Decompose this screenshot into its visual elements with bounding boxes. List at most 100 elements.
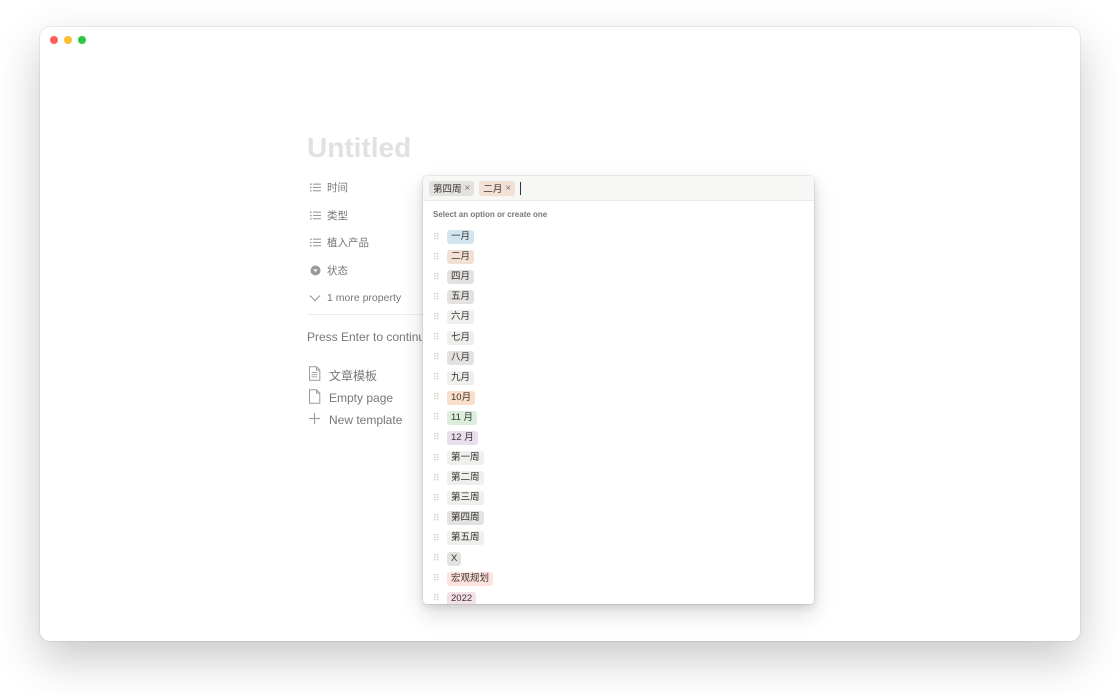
property-type[interactable]: 类型 xyxy=(309,206,348,224)
drag-handle-icon[interactable]: ⠿ xyxy=(433,232,440,242)
drag-handle-icon[interactable]: ⠿ xyxy=(433,493,440,503)
option-item[interactable]: ⠿ 五月 xyxy=(423,287,814,307)
chip-label: 二月 xyxy=(483,184,503,195)
drag-handle-icon[interactable]: ⠿ xyxy=(433,353,440,362)
drag-handle-icon[interactable]: ⠿ xyxy=(433,453,440,463)
option-tag: 五月 xyxy=(447,290,475,305)
option-item[interactable]: ⠿ 八月 xyxy=(423,348,814,368)
property-label: 状态 xyxy=(327,264,348,277)
empty-page-icon xyxy=(308,389,321,407)
option-item[interactable]: ⠿ 12 月 xyxy=(423,428,814,448)
list-icon xyxy=(309,181,321,193)
property-label: 时间 xyxy=(327,181,348,194)
new-template-button[interactable]: New template xyxy=(308,412,402,428)
close-window-button[interactable] xyxy=(50,36,58,44)
plus-icon xyxy=(308,412,321,428)
drag-handle-icon[interactable]: ⠿ xyxy=(433,272,440,282)
option-item[interactable]: ⠿ 10月 xyxy=(423,388,814,408)
option-item[interactable]: ⠿ 第四周 xyxy=(423,508,814,528)
remove-chip-icon[interactable]: × xyxy=(465,183,471,194)
option-tag: 2022 xyxy=(447,591,477,604)
option-item[interactable]: ⠿ 九月 xyxy=(423,368,814,388)
drag-handle-icon[interactable]: ⠿ xyxy=(433,433,440,442)
divider xyxy=(307,314,427,315)
drag-handle-icon[interactable]: ⠿ xyxy=(433,594,440,603)
option-item[interactable]: ⠿ X xyxy=(423,549,814,569)
template-label: Empty page xyxy=(329,391,394,405)
option-tag: 一月 xyxy=(447,230,475,245)
option-tag: X xyxy=(447,551,462,566)
option-tag: 12 月 xyxy=(447,430,478,445)
property-label: 植入产品 xyxy=(327,236,369,249)
property-time[interactable]: 时间 xyxy=(309,178,348,196)
drag-handle-icon[interactable]: ⠿ xyxy=(433,473,440,483)
page-title[interactable]: Untitled xyxy=(307,132,411,164)
text-cursor xyxy=(520,181,522,195)
option-item[interactable]: ⠿ 11 月 xyxy=(423,408,814,428)
drag-handle-icon[interactable]: ⠿ xyxy=(433,554,440,563)
option-tag: 第四周 xyxy=(447,511,484,526)
template-article[interactable]: 文章模板 xyxy=(308,366,377,384)
template-label: New template xyxy=(329,413,403,427)
drag-handle-icon[interactable]: ⠿ xyxy=(433,292,440,302)
option-tag: 宏观规划 xyxy=(447,571,494,586)
chip-label: 第四周 xyxy=(433,184,462,195)
zoom-window-button[interactable] xyxy=(78,36,86,44)
option-tag: 二月 xyxy=(447,250,475,265)
list-icon xyxy=(309,209,321,221)
option-tag: 七月 xyxy=(447,330,475,345)
option-item[interactable]: ⠿ 第二周 xyxy=(423,468,814,488)
option-tag: 10月 xyxy=(447,390,476,405)
property-label: 类型 xyxy=(327,209,348,222)
option-item[interactable]: ⠿ 第五周 xyxy=(423,528,814,548)
press-enter-hint: Press Enter to continue xyxy=(307,330,422,344)
property-status[interactable]: 状态 xyxy=(309,261,348,279)
chevron-down-icon xyxy=(309,292,321,304)
option-tag: 第三周 xyxy=(447,491,484,506)
option-item[interactable]: ⠿ 2022 xyxy=(423,589,814,604)
remove-chip-icon[interactable]: × xyxy=(505,183,511,194)
selected-chip: 二月 × xyxy=(479,180,516,196)
selected-chip: 第四周 × xyxy=(429,180,475,196)
option-item[interactable]: ⠿ 一月 xyxy=(423,227,814,247)
option-item[interactable]: ⠿ 六月 xyxy=(423,307,814,327)
option-item[interactable]: ⠿ 第三周 xyxy=(423,488,814,508)
select-search-bar[interactable]: 第四周 × 二月 × xyxy=(423,176,814,201)
drag-handle-icon[interactable]: ⠿ xyxy=(433,373,440,382)
drag-handle-icon[interactable]: ⠿ xyxy=(433,574,440,583)
option-tag: 四月 xyxy=(447,270,475,285)
option-item[interactable]: ⠿ 宏观规划 xyxy=(423,569,814,589)
template-label: 文章模板 xyxy=(329,368,378,383)
app-window: Untitled 时间 类型 植入产品 状态 1 more property P… xyxy=(40,27,1080,641)
option-tag: 六月 xyxy=(447,310,475,325)
drag-handle-icon[interactable]: ⠿ xyxy=(433,252,440,262)
drag-handle-icon[interactable]: ⠿ xyxy=(433,533,440,543)
more-properties-toggle[interactable]: 1 more property xyxy=(309,289,401,307)
option-tag: 九月 xyxy=(447,370,475,385)
window-controls xyxy=(50,36,86,44)
option-tag: 八月 xyxy=(447,350,475,365)
select-hint: Select an option or create one xyxy=(433,210,548,219)
drag-handle-icon[interactable]: ⠿ xyxy=(433,333,440,342)
drag-handle-icon[interactable]: ⠿ xyxy=(433,393,440,402)
document-icon xyxy=(308,366,321,384)
list-icon xyxy=(309,236,321,248)
option-item[interactable]: ⠿ 第一周 xyxy=(423,448,814,468)
option-tag: 第五周 xyxy=(447,531,484,546)
minimize-window-button[interactable] xyxy=(64,36,72,44)
drag-handle-icon[interactable]: ⠿ xyxy=(433,513,440,523)
more-properties-label: 1 more property xyxy=(327,292,402,304)
status-icon xyxy=(309,264,321,276)
multi-select-dropdown: 第四周 × 二月 × Select an option or create on… xyxy=(423,176,814,604)
option-item[interactable]: ⠿ 二月 xyxy=(423,247,814,267)
option-item[interactable]: ⠿ 七月 xyxy=(423,327,814,347)
option-tag: 11 月 xyxy=(447,410,478,425)
drag-handle-icon[interactable]: ⠿ xyxy=(433,413,440,422)
option-tag: 第一周 xyxy=(447,451,484,466)
option-tag: 第二周 xyxy=(447,471,484,486)
option-item[interactable]: ⠿ 四月 xyxy=(423,267,814,287)
template-empty-page[interactable]: Empty page xyxy=(308,389,393,407)
drag-handle-icon[interactable]: ⠿ xyxy=(433,312,440,322)
option-list: ⠿ 一月 ⠿ 二月 ⠿ 四月 ⠿ 五月 ⠿ 六月 ⠿ 七月 ⠿ 八月 ⠿ 九月 ⠿ 10月 ⠿ 11 月 ⠿ 12 月 ⠿ 第… xyxy=(423,227,814,604)
property-product[interactable]: 植入产品 xyxy=(309,233,369,251)
